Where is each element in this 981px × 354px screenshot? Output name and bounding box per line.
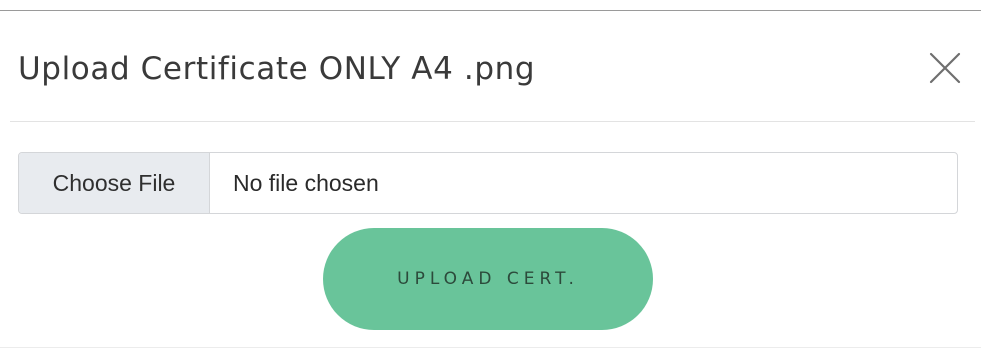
bottom-divider bbox=[0, 347, 981, 348]
choose-file-button[interactable]: Choose File bbox=[19, 153, 210, 213]
close-icon bbox=[929, 52, 961, 84]
upload-certificate-modal: Upload Certificate ONLY A4 .png Choose F… bbox=[0, 0, 981, 354]
certificate-file-input[interactable]: Choose File No file chosen bbox=[18, 152, 958, 214]
modal-title: Upload Certificate ONLY A4 .png bbox=[18, 51, 536, 87]
header-divider bbox=[10, 121, 975, 122]
file-status-text: No file chosen bbox=[233, 169, 379, 196]
close-button[interactable] bbox=[922, 51, 966, 85]
modal-header: Upload Certificate ONLY A4 .png bbox=[0, 11, 981, 121]
upload-cert-button[interactable]: UPLOAD CERT. bbox=[323, 228, 653, 330]
